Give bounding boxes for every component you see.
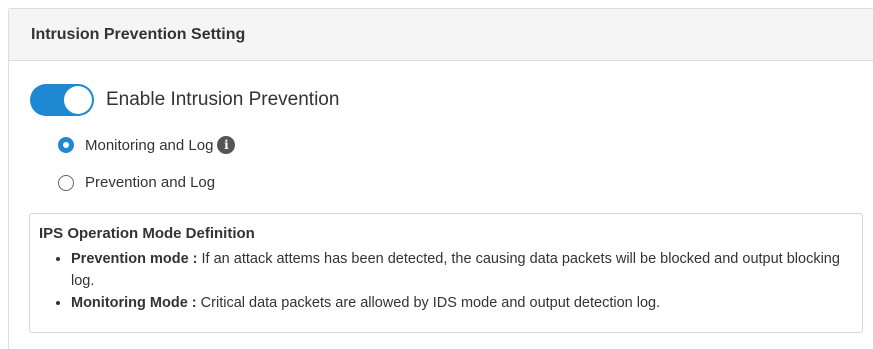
mode-option-monitoring[interactable]: Monitoring and Log i xyxy=(58,136,236,154)
definition-term: Prevention mode : xyxy=(71,251,198,267)
panel-header: Intrusion Prevention Setting xyxy=(9,9,873,61)
info-icon[interactable]: i xyxy=(217,136,236,154)
intrusion-prevention-panel: Intrusion Prevention Setting Enable Intr… xyxy=(8,8,873,349)
monitoring-radio[interactable] xyxy=(58,137,74,153)
definition-text: Critical data packets are allowed by IDS… xyxy=(196,295,661,311)
toggle-knob xyxy=(64,86,92,114)
definition-list: Prevention mode : If an attack attems ha… xyxy=(39,248,862,314)
definition-item-monitoring: Monitoring Mode : Critical data packets … xyxy=(71,292,862,314)
definition-term: Monitoring Mode : xyxy=(71,295,197,311)
mode-option-prevention[interactable]: Prevention and Log xyxy=(58,174,215,191)
monitoring-label: Monitoring and Log xyxy=(85,136,214,154)
prevention-radio[interactable] xyxy=(58,174,74,191)
enable-ips-toggle[interactable] xyxy=(30,84,94,116)
enable-ips-label: Enable Intrusion Prevention xyxy=(106,89,340,110)
definition-item-prevention: Prevention mode : If an attack attems ha… xyxy=(71,248,862,292)
prevention-label: Prevention and Log xyxy=(85,174,216,191)
ips-mode-definition-box: IPS Operation Mode Definition Prevention… xyxy=(29,213,863,333)
enable-ips-row: Enable Intrusion Prevention xyxy=(30,84,339,116)
panel-title: Intrusion Prevention Setting xyxy=(31,25,246,43)
definition-title: IPS Operation Mode Definition xyxy=(39,225,255,242)
